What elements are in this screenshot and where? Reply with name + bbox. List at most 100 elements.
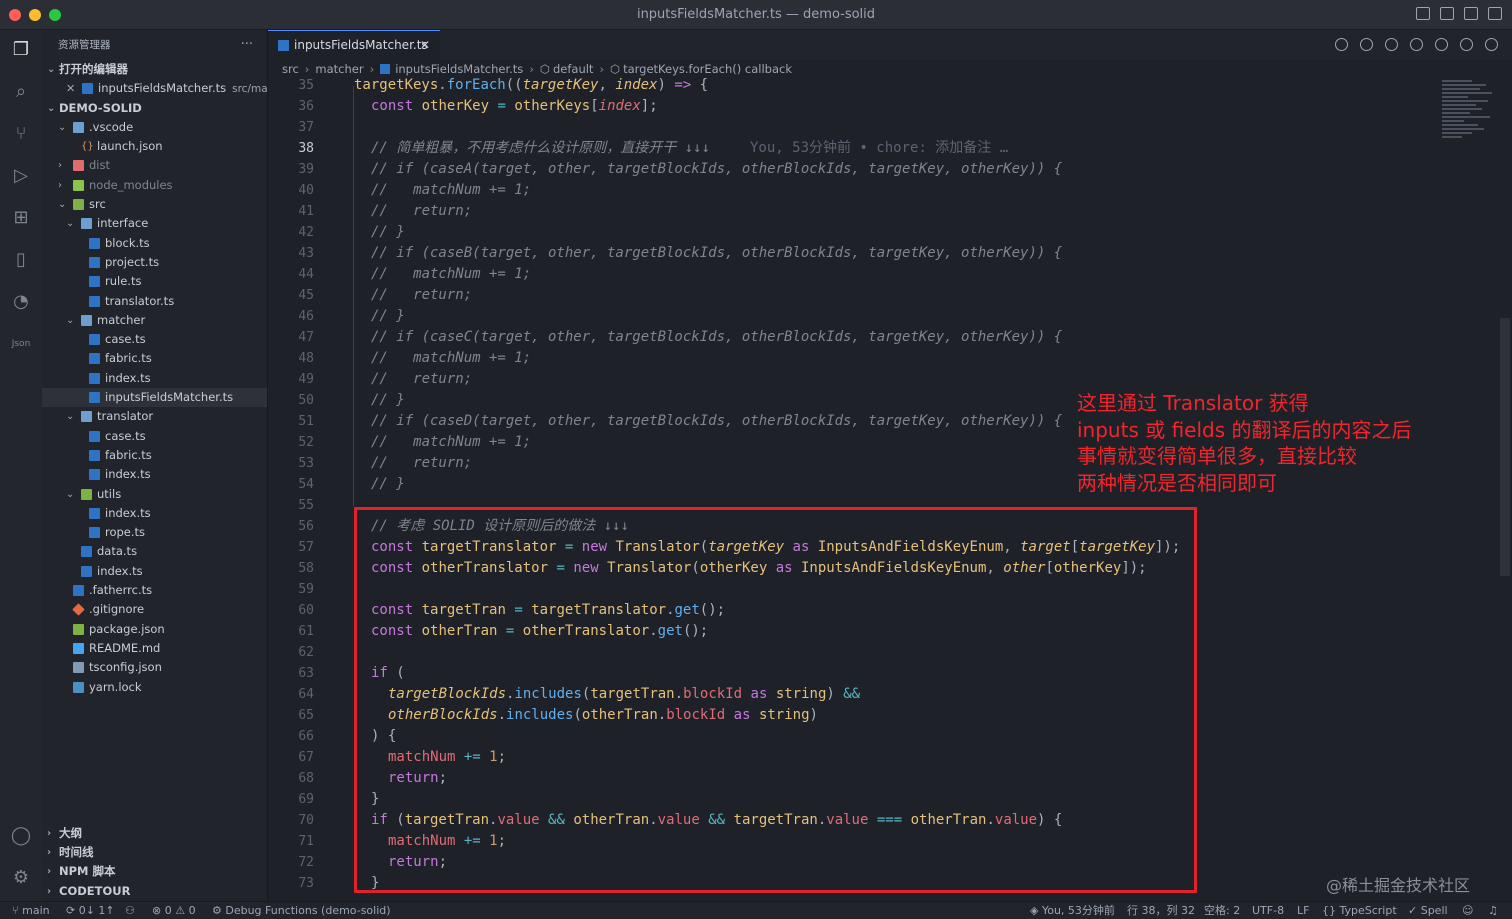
tree-item[interactable]: index.ts xyxy=(42,562,267,581)
sync-status[interactable]: ⟳ 0↓ 1↑ xyxy=(66,902,115,919)
live-share-icon[interactable]: ⚇ xyxy=(125,902,135,919)
code-line[interactable]: // } xyxy=(371,306,405,327)
more-actions-icon[interactable] xyxy=(1485,38,1498,51)
code-line[interactable]: // } xyxy=(371,474,405,495)
blame-icon[interactable] xyxy=(1435,38,1448,51)
tree-item[interactable]: fabric.ts xyxy=(42,349,267,368)
vertical-scrollbar[interactable] xyxy=(1500,318,1510,576)
run-debug-icon[interactable]: ▷ xyxy=(9,164,33,188)
accounts-icon[interactable]: ◯ xyxy=(9,824,33,848)
customize-layout-icon[interactable] xyxy=(1488,7,1502,20)
cursor-position[interactable]: 行 38，列 32 xyxy=(1127,902,1195,919)
indentation-status[interactable]: 空格: 2 xyxy=(1204,902,1240,919)
json-icon[interactable]: Json xyxy=(9,332,33,356)
minimap[interactable] xyxy=(1438,78,1500,168)
problems-status[interactable]: ⊗ 0 ⚠ 0 xyxy=(152,902,196,919)
tree-item[interactable]: translator.ts xyxy=(42,292,267,311)
debug-status[interactable]: ⚙ Debug Functions (demo-solid) xyxy=(212,902,391,919)
toggle-panel-icon[interactable] xyxy=(1440,7,1454,20)
tree-item[interactable]: fabric.ts xyxy=(42,446,267,465)
breadcrumb-matcher[interactable]: matcher xyxy=(315,62,363,76)
source-control-icon[interactable]: ⑂ xyxy=(9,122,33,146)
code-line[interactable]: // if (caseA(target, other, targetBlockI… xyxy=(371,159,1062,180)
breadcrumb-callback[interactable]: targetKeys.forEach() callback xyxy=(623,62,792,76)
open-editor-item[interactable]: ✕ inputsFieldsMatcher.ts src/ma... xyxy=(42,79,267,98)
sidebar-section[interactable]: › CODETOUR xyxy=(42,882,268,901)
more-actions-icon[interactable]: ··· xyxy=(241,30,253,60)
code-line[interactable]: // matchNum += 1; xyxy=(371,348,531,369)
tree-item[interactable]: yarn.lock xyxy=(42,678,267,697)
tree-item[interactable]: › node_modules xyxy=(42,176,267,195)
tree-item[interactable]: tsconfig.json xyxy=(42,658,267,677)
tab-inputsFieldsMatcher[interactable]: inputsFieldsMatcher.ts ✕ xyxy=(268,30,440,60)
code-line[interactable]: // return; xyxy=(371,369,472,390)
breadcrumb-src[interactable]: src xyxy=(282,62,299,76)
code-line[interactable]: // matchNum += 1; xyxy=(371,432,531,453)
code-line[interactable]: // if (caseC(target, other, targetBlockI… xyxy=(371,327,1062,348)
tree-item[interactable]: .fatherrc.ts xyxy=(42,581,267,600)
close-icon[interactable]: ✕ xyxy=(66,79,75,98)
code-line[interactable]: // if (caseB(target, other, targetBlockI… xyxy=(371,243,1062,264)
eol-status[interactable]: LF xyxy=(1297,902,1309,919)
tree-item[interactable]: index.ts xyxy=(42,369,267,388)
code-line[interactable]: // } xyxy=(371,390,405,411)
tree-item[interactable]: ⌄ translator xyxy=(42,407,267,426)
sidebar-section[interactable]: › NPM 脚本 xyxy=(42,862,268,881)
tree-item[interactable]: package.json xyxy=(42,620,267,639)
tree-item[interactable]: case.ts xyxy=(42,427,267,446)
git-graph-icon[interactable]: ◔ xyxy=(9,290,33,314)
tree-item[interactable]: inputsFieldsMatcher.ts xyxy=(42,388,267,408)
tree-item[interactable]: ⌄ src xyxy=(42,195,267,214)
tree-item[interactable]: ⌄ .vscode xyxy=(42,118,267,137)
open-changes-icon[interactable] xyxy=(1410,38,1423,51)
tree-item[interactable]: rule.ts xyxy=(42,272,267,291)
tree-item[interactable]: ⌄ interface xyxy=(42,214,267,233)
code-line[interactable]: // return; xyxy=(371,453,472,474)
split-editor-icon[interactable] xyxy=(1460,38,1473,51)
bookmarks-icon[interactable]: ▯ xyxy=(9,248,33,272)
go-back-icon[interactable] xyxy=(1360,38,1373,51)
tree-item[interactable]: .gitignore xyxy=(42,600,267,619)
tree-item[interactable]: block.ts xyxy=(42,234,267,253)
branch-status[interactable]: ⑂ main xyxy=(12,902,50,919)
code-line[interactable]: // 简单粗暴，不用考虑什么设计原则，直接开干 ↓↓↓ You, 53分钟前 • … xyxy=(371,138,1008,159)
breadcrumb-default[interactable]: default xyxy=(553,62,593,76)
tree-item[interactable]: ⌄ utils xyxy=(42,485,267,504)
toggle-sidebar-icon[interactable] xyxy=(1416,7,1430,20)
code-line[interactable]: // return; xyxy=(371,285,472,306)
tree-item[interactable]: {} launch.json xyxy=(42,137,267,156)
sidebar-section[interactable]: › 时间线 xyxy=(42,843,268,862)
extensions-icon[interactable]: ⊞ xyxy=(9,206,33,230)
explorer-icon[interactable]: ❐ xyxy=(9,38,33,62)
tree-item[interactable]: data.ts xyxy=(42,542,267,561)
code-line[interactable]: // matchNum += 1; xyxy=(371,264,531,285)
code-line[interactable]: const otherKey = otherKeys[index]; xyxy=(371,96,658,117)
breadcrumb-file[interactable]: inputsFieldsMatcher.ts xyxy=(395,62,523,76)
tree-item[interactable]: project.ts xyxy=(42,253,267,272)
blame-status[interactable]: ◈ You, 53分钟前 xyxy=(1030,902,1115,919)
tree-item[interactable]: ⌄ matcher xyxy=(42,311,267,330)
code-line[interactable]: // return; xyxy=(371,201,472,222)
code-line[interactable]: // } xyxy=(371,222,405,243)
tree-item[interactable]: rope.ts xyxy=(42,523,267,542)
notifications-icon[interactable]: ♫ xyxy=(1488,902,1498,919)
language-mode[interactable]: {} TypeScript xyxy=(1322,902,1397,919)
open-editors-section[interactable]: ⌄ 打开的编辑器 xyxy=(42,60,267,79)
go-forward-icon[interactable] xyxy=(1385,38,1398,51)
timeline-icon[interactable] xyxy=(1335,38,1348,51)
spell-status[interactable]: ✓ Spell xyxy=(1408,902,1448,919)
settings-gear-icon[interactable]: ⚙ xyxy=(9,866,33,890)
toggle-secondary-sidebar-icon[interactable] xyxy=(1464,7,1478,20)
tree-item[interactable]: README.md xyxy=(42,639,267,658)
sidebar-section[interactable]: › 大纲 xyxy=(42,824,268,843)
tree-item[interactable]: › dist xyxy=(42,156,267,175)
project-section[interactable]: ⌄ DEMO-SOLID xyxy=(42,99,267,118)
encoding-status[interactable]: UTF-8 xyxy=(1252,902,1284,919)
code-line[interactable]: // matchNum += 1; xyxy=(371,180,531,201)
code-line[interactable]: // if (caseD(target, other, targetBlockI… xyxy=(371,411,1062,432)
tree-item[interactable]: index.ts xyxy=(42,465,267,484)
feedback-icon[interactable]: ☺ xyxy=(1462,902,1473,919)
tree-item[interactable]: index.ts xyxy=(42,504,267,523)
tab-close-icon[interactable]: ✕ xyxy=(420,31,430,60)
search-icon[interactable]: ⌕ xyxy=(9,80,33,104)
